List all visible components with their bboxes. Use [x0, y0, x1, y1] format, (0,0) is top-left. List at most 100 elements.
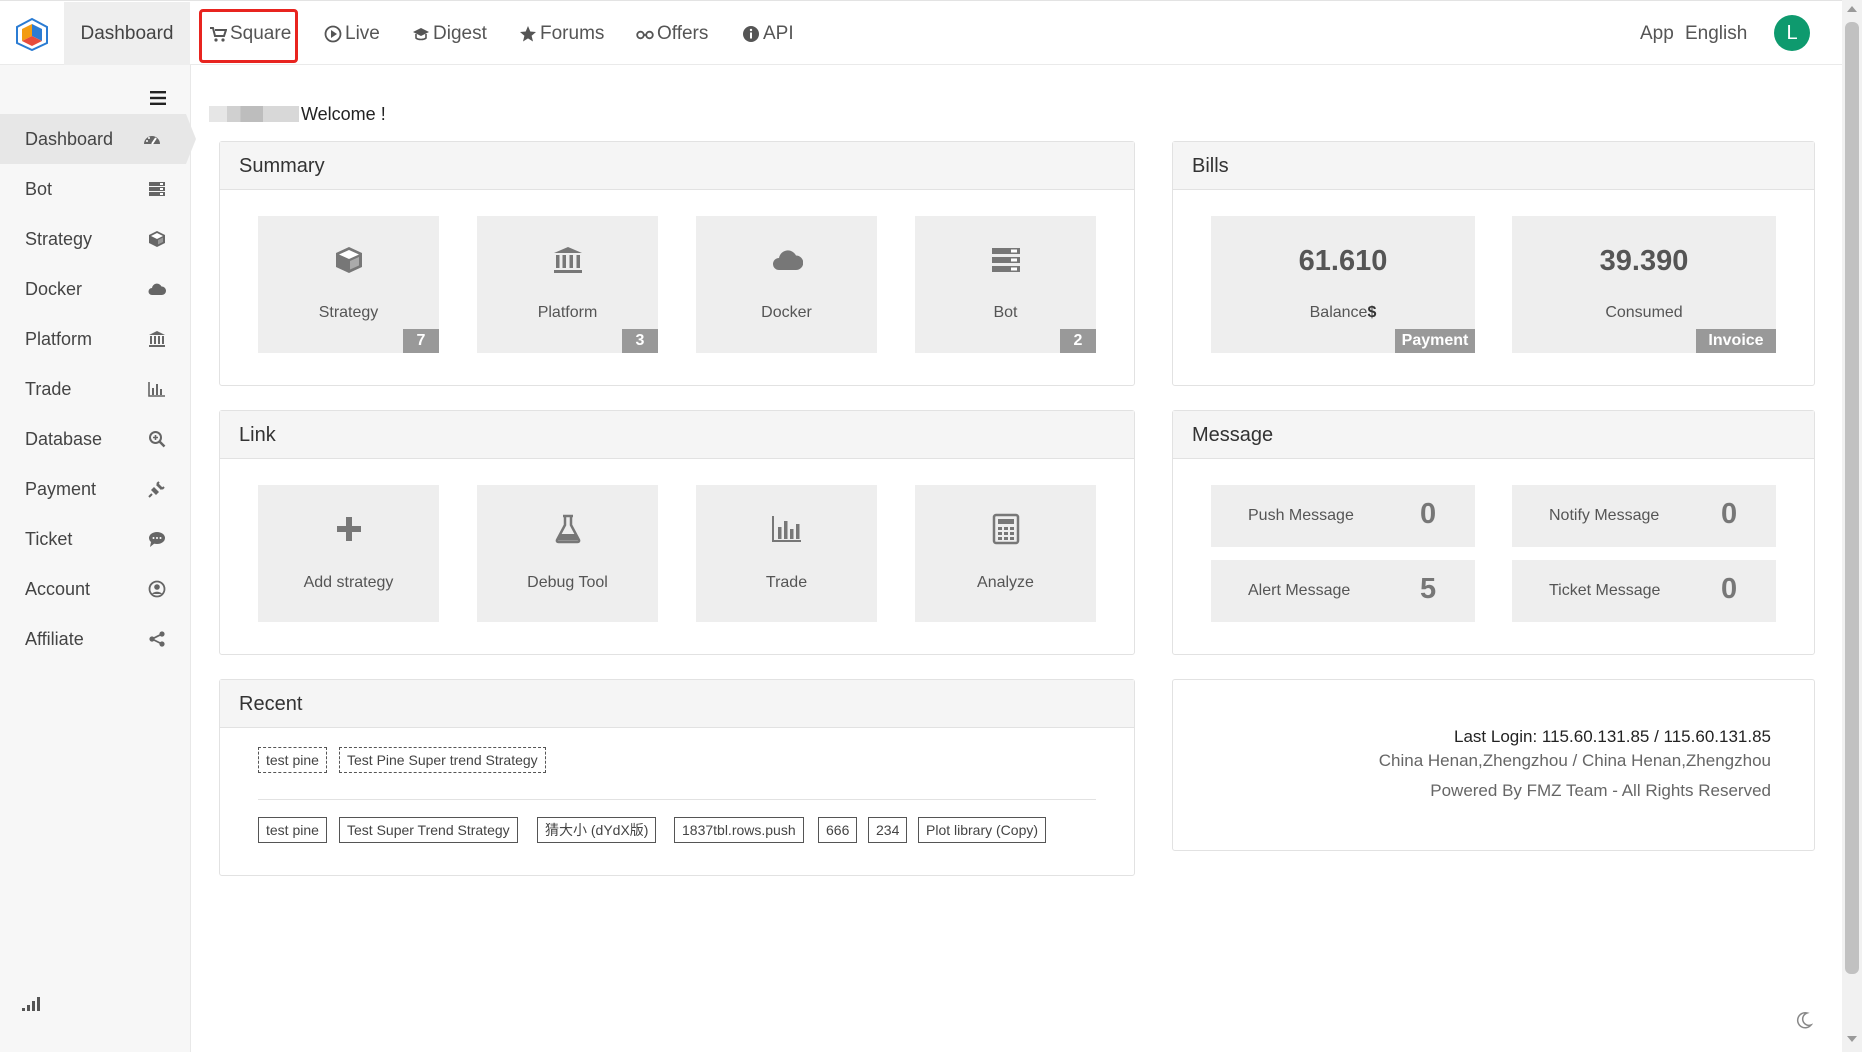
- tile-label: Platform: [537, 304, 598, 321]
- nav-offers-label: Offers: [657, 23, 709, 44]
- scroll-down-arrow[interactable]: [1847, 1036, 1857, 1042]
- sidebar-item-label: Payment: [25, 478, 97, 499]
- recent-tag[interactable]: 1837tbl.rows.push: [674, 817, 804, 843]
- square-highlight-box: [199, 9, 298, 63]
- consumed-label: Consumed: [1605, 304, 1683, 321]
- nav-digest[interactable]: Digest: [412, 2, 487, 65]
- nav-live[interactable]: Live: [324, 2, 380, 65]
- sidebar-item-trade[interactable]: Trade: [0, 364, 191, 414]
- nav-digest-label: Digest: [433, 23, 487, 44]
- sidebar-item-label: Docker: [25, 278, 83, 299]
- nav-forums-label: Forums: [540, 23, 605, 44]
- scrollbar-thumb[interactable]: [1845, 22, 1859, 974]
- tile-label: Trade: [765, 574, 808, 591]
- tile-label: Analyze: [977, 574, 1034, 591]
- cloud-icon: [148, 283, 166, 295]
- sidebar-item-account[interactable]: Account: [0, 564, 191, 614]
- link-tile-debug-tool[interactable]: Debug Tool: [477, 485, 658, 622]
- welcome-text: Welcome !: [301, 104, 386, 124]
- sidebar: Dashboard Bot Strategy Docker Platform T…: [0, 65, 196, 1052]
- dark-mode-moon-icon[interactable]: [1795, 1011, 1813, 1029]
- sidebar-item-label: Dashboard: [25, 128, 114, 149]
- bank-icon: [149, 331, 165, 347]
- message-count: 0: [1420, 498, 1437, 530]
- link-tile-trade[interactable]: Trade: [696, 485, 877, 622]
- tile-badge: 3: [622, 329, 658, 353]
- recent-tag[interactable]: 234: [868, 817, 908, 843]
- message-tile-alert[interactable]: Alert Message 5: [1211, 560, 1475, 622]
- tile-label: Docker: [761, 304, 812, 321]
- graduation-cap-icon: [413, 27, 429, 40]
- summary-tile-docker[interactable]: Docker: [696, 216, 877, 353]
- nav-offers[interactable]: Offers: [636, 2, 708, 65]
- message-panel: Message Push Message 0 Notify Message 0 …: [1172, 410, 1815, 655]
- recent-tag[interactable]: Test Pine Super trend Strategy: [339, 747, 546, 773]
- share-icon: [149, 631, 165, 647]
- sidebar-item-payment[interactable]: Payment: [0, 464, 191, 514]
- recent-tag[interactable]: 猜大小 (dYdX版): [537, 817, 657, 843]
- nav-api[interactable]: API: [742, 2, 794, 65]
- dollar-icon: $: [1367, 304, 1377, 321]
- message-tile-notify[interactable]: Notify Message 0: [1512, 485, 1776, 547]
- link-tile-analyze[interactable]: Analyze: [915, 485, 1096, 622]
- sidebar-item-label: Database: [25, 428, 103, 449]
- summary-panel: Summary Strategy 7 Platform 3 Docker Bot…: [219, 141, 1135, 386]
- balance-label: Balance: [1309, 304, 1368, 321]
- fmz-logo-icon[interactable]: [14, 17, 50, 51]
- bill-tile-balance: 61.610 Balance$ Payment: [1211, 216, 1475, 353]
- sidebar-item-database[interactable]: Database: [0, 414, 191, 464]
- message-label: Ticket Message: [1549, 582, 1661, 599]
- link-panel: Link Add strategy Debug Tool Trade Analy…: [219, 410, 1135, 655]
- bills-title: Bills: [1173, 142, 1814, 190]
- message-count: 0: [1721, 498, 1738, 530]
- sidebar-item-label: Ticket: [25, 528, 73, 549]
- plus-icon: [336, 517, 361, 541]
- sidebar-item-affiliate[interactable]: Affiliate: [0, 614, 191, 664]
- summary-tile-strategy[interactable]: Strategy 7: [258, 216, 439, 353]
- language-selector[interactable]: English: [1685, 2, 1747, 65]
- hamburger-menu-icon[interactable]: [150, 91, 166, 105]
- bar-chart-icon: [771, 516, 801, 542]
- powered-by-text: Powered By FMZ Team - All Rights Reserve…: [1430, 781, 1771, 800]
- balance-label-row: Balance$: [1211, 304, 1475, 322]
- sidebar-item-platform[interactable]: Platform: [0, 314, 191, 364]
- sidebar-item-label: Trade: [25, 378, 72, 399]
- nav-live-label: Live: [345, 23, 380, 44]
- recent-tag[interactable]: test pine: [258, 747, 327, 773]
- nav-forums[interactable]: Forums: [519, 2, 604, 65]
- cube-icon: [149, 231, 165, 247]
- server-icon: [991, 248, 1020, 272]
- sidebar-item-label: Bot: [25, 178, 53, 199]
- dashboard-gauge-icon: [144, 136, 160, 145]
- message-tile-push[interactable]: Push Message 0: [1211, 485, 1475, 547]
- flask-icon: [555, 514, 580, 544]
- sidebar-item-strategy[interactable]: Strategy: [0, 214, 191, 264]
- app-link[interactable]: App: [1640, 2, 1674, 65]
- payment-button[interactable]: Payment: [1395, 329, 1475, 353]
- scroll-up-arrow[interactable]: [1847, 6, 1857, 12]
- link-tile-add-strategy[interactable]: Add strategy: [258, 485, 439, 622]
- search-plus-icon: [149, 431, 166, 448]
- summary-tile-platform[interactable]: Platform 3: [477, 216, 658, 353]
- star-icon: [520, 25, 536, 41]
- sidebar-item-ticket[interactable]: Ticket: [0, 514, 191, 564]
- play-circle-icon: [324, 25, 342, 42]
- plug-icon: [148, 481, 165, 498]
- invoice-button[interactable]: Invoice: [1696, 329, 1776, 353]
- message-title: Message: [1173, 411, 1814, 459]
- sidebar-item-bot[interactable]: Bot: [0, 164, 191, 214]
- recent-tag[interactable]: test pine: [258, 817, 327, 843]
- glasses-icon: [636, 30, 654, 39]
- top-dashboard-link[interactable]: Dashboard: [64, 2, 190, 65]
- message-tile-ticket[interactable]: Ticket Message 0: [1512, 560, 1776, 622]
- sidebar-item-docker[interactable]: Docker: [0, 264, 191, 314]
- cloud-icon: [772, 250, 803, 270]
- info-circle-icon: [743, 25, 759, 42]
- sidebar-item-dashboard[interactable]: Dashboard: [0, 114, 196, 164]
- user-avatar[interactable]: L: [1774, 15, 1810, 51]
- recent-tag[interactable]: Test Super Trend Strategy: [339, 817, 518, 843]
- recent-tag[interactable]: Plot library (Copy): [918, 817, 1047, 843]
- summary-tile-bot[interactable]: Bot 2: [915, 216, 1096, 353]
- bills-panel: Bills 61.610 Balance$ Payment 39.390 Con…: [1172, 141, 1815, 386]
- recent-tag[interactable]: 666: [818, 817, 858, 843]
